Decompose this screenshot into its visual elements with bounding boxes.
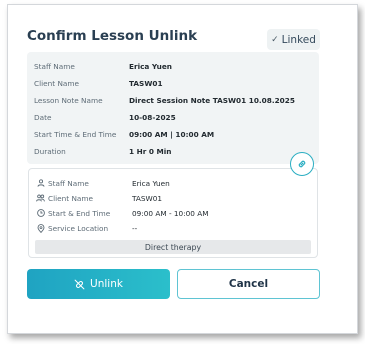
linked-status-badge: ✓ Linked	[267, 29, 320, 50]
detail-value: Direct Session Note TASW01 10.08.2025	[129, 96, 295, 105]
link-icon	[298, 160, 306, 168]
dialog-title: Confirm Lesson Unlink	[27, 28, 198, 44]
session-value: --	[132, 223, 138, 233]
detail-row-lesson-note-name: Lesson Note Name Direct Session Note TAS…	[34, 93, 315, 108]
session-label: Staff Name	[48, 178, 89, 188]
unlink-button-label: Unlink	[90, 278, 123, 290]
link-button[interactable]	[290, 152, 314, 176]
detail-label: Start Time & End Time	[34, 130, 117, 139]
detail-value: Erica Yuen	[129, 62, 172, 71]
check-icon: ✓	[271, 34, 279, 45]
cancel-button-label: Cancel	[228, 278, 269, 290]
session-value: 09:00 AM - 10:00 AM	[132, 208, 209, 218]
detail-label: Client Name	[34, 79, 79, 88]
session-row-start-end-time: Start & End Time 09:00 AM - 10:00 AM	[36, 206, 313, 220]
detail-value: 1 Hr 0 Min	[129, 147, 172, 156]
detail-row-start-end-time: Start Time & End Time 09:00 AM | 10:00 A…	[34, 127, 315, 142]
session-row-staff-name: Staff Name Erica Yuen	[36, 176, 313, 190]
detail-label: Duration	[34, 147, 66, 156]
detail-row-duration: Duration 1 Hr 0 Min	[34, 144, 315, 159]
lesson-note-details: Staff Name Erica Yuen Client Name TASW01…	[27, 52, 319, 164]
session-value: TASW01	[132, 193, 163, 203]
broken-link-icon	[74, 279, 85, 289]
detail-label: Lesson Note Name	[34, 96, 103, 105]
person-icon	[36, 179, 45, 188]
session-row-service-location: Service Location --	[36, 221, 313, 235]
session-label: Start & End Time	[48, 208, 111, 218]
detail-value: TASW01	[129, 79, 163, 88]
detail-label: Staff Name	[34, 62, 75, 71]
detail-value: 09:00 AM | 10:00 AM	[129, 130, 215, 139]
detail-label: Date	[34, 113, 52, 122]
detail-row-date: Date 10-08-2025	[34, 110, 315, 125]
detail-row-staff-name: Staff Name Erica Yuen	[34, 59, 315, 74]
cancel-button[interactable]: Cancel	[177, 269, 320, 299]
unlink-button[interactable]: Unlink	[27, 269, 170, 299]
session-label: Client Name	[48, 193, 93, 203]
session-value: Erica Yuen	[132, 178, 170, 188]
screen: Confirm Lesson Unlink ✓ Linked Staff Nam…	[0, 0, 365, 344]
clock-icon	[36, 209, 45, 218]
linked-session-card: Staff Name Erica Yuen Client Name TASW01…	[28, 168, 318, 258]
detail-value: 10-08-2025	[129, 113, 176, 122]
service-type-bar: Direct therapy	[35, 240, 311, 254]
location-pin-icon	[36, 223, 45, 233]
session-label: Service Location	[48, 223, 109, 233]
detail-row-client-name: Client Name TASW01	[34, 76, 315, 91]
group-icon	[36, 194, 45, 203]
session-row-client-name: Client Name TASW01	[36, 191, 313, 205]
linked-status-label: Linked	[281, 33, 316, 46]
